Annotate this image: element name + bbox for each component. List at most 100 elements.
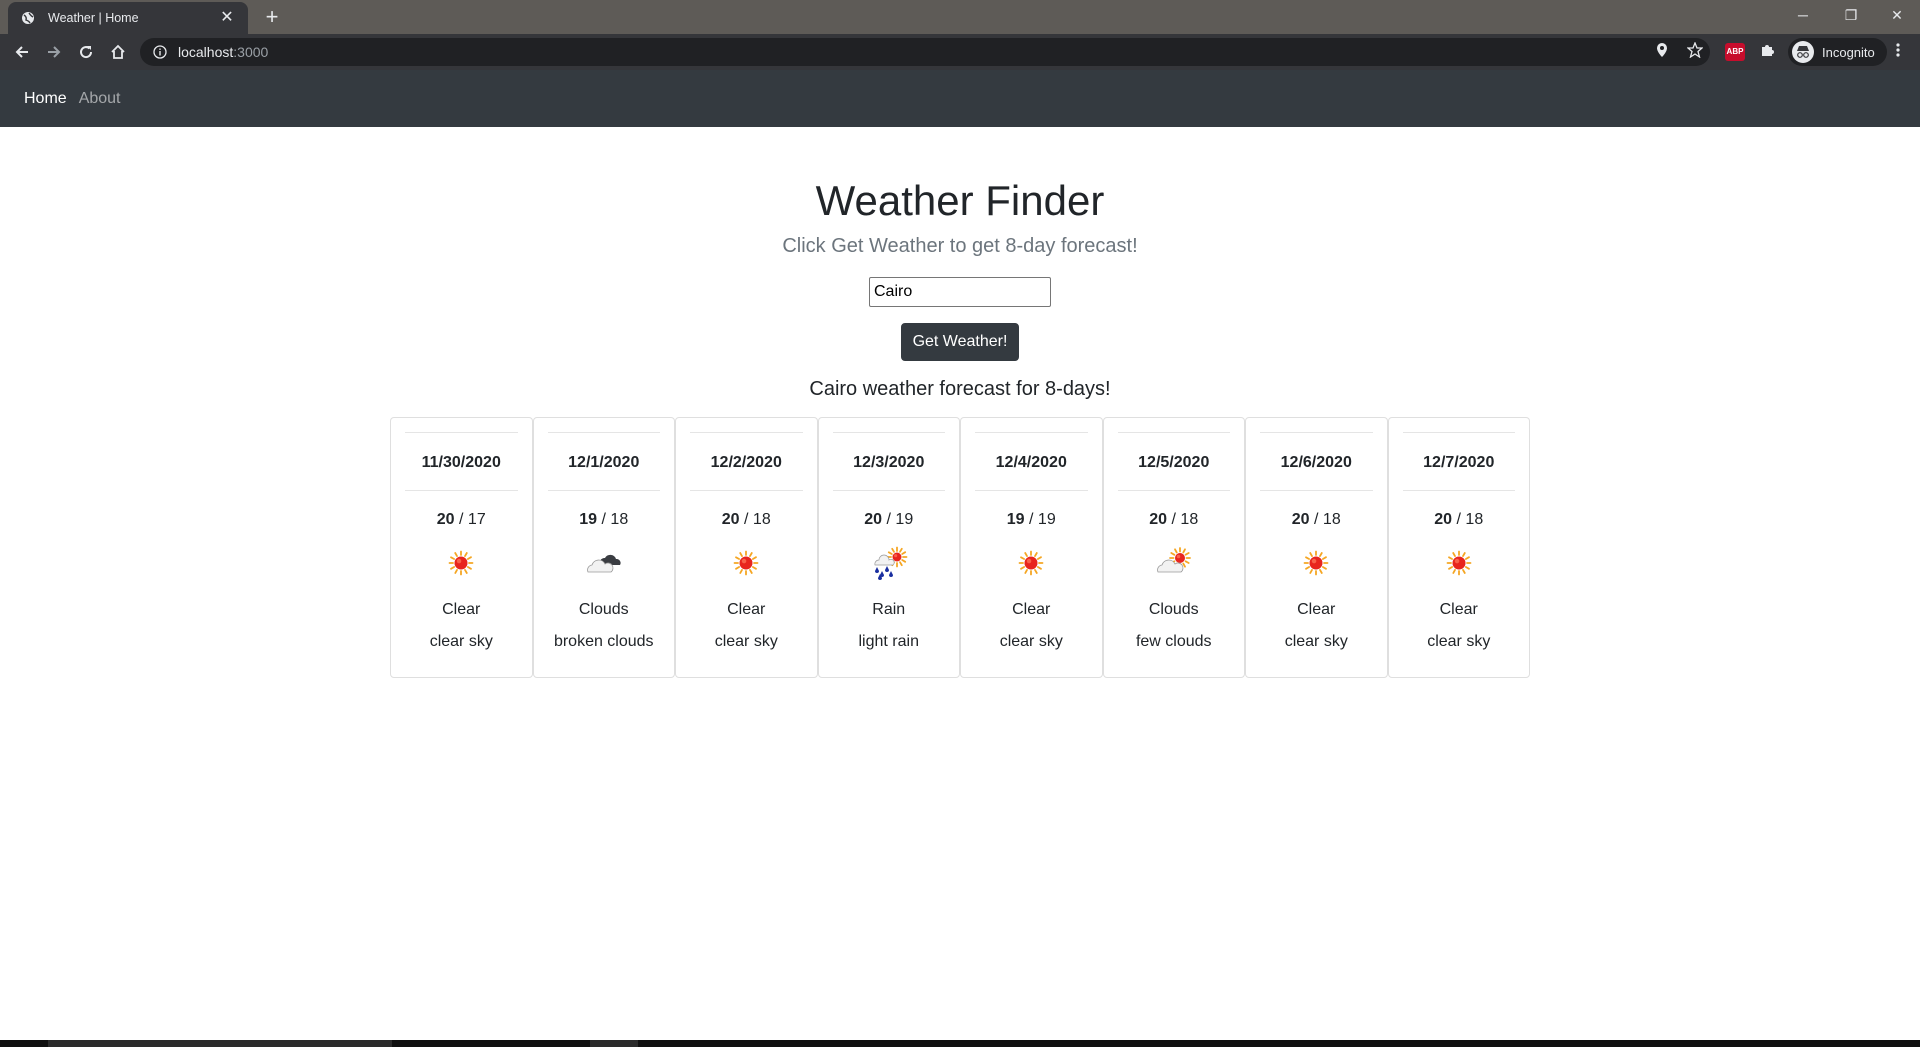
temp-high: 19	[1006, 511, 1025, 528]
forecast-card: 12/2/2020 20 / 18 Clear clear sky	[675, 417, 818, 678]
sun-icon	[1018, 550, 1044, 576]
browser-menu-icon[interactable]	[1888, 40, 1908, 60]
temp-high: 20	[864, 511, 883, 528]
url-port: :3000	[233, 44, 269, 60]
home-icon[interactable]	[106, 40, 130, 64]
card-divider	[975, 432, 1088, 433]
card-date: 12/3/2020	[853, 454, 925, 471]
new-tab-button[interactable]: +	[258, 5, 286, 29]
tab-close-icon[interactable]: ✕	[218, 9, 236, 27]
card-weather-description: clear sky	[714, 633, 778, 650]
nav-link-about[interactable]: About	[79, 90, 121, 108]
sun-icon	[1303, 550, 1329, 576]
card-divider	[1117, 432, 1230, 433]
reload-icon[interactable]	[74, 40, 98, 64]
profile-incognito[interactable]: Incognito	[1788, 38, 1887, 66]
card-temperatures: 19 / 19	[1006, 511, 1056, 528]
sun-icon	[448, 550, 474, 576]
temp-high: 20	[721, 511, 740, 528]
card-temperatures: 20 / 18	[1291, 511, 1341, 528]
get-weather-button[interactable]: Get Weather!	[901, 323, 1019, 361]
temp-high: 19	[579, 511, 598, 528]
incognito-icon	[1792, 41, 1814, 63]
card-divider	[1402, 432, 1515, 433]
card-weather-main: Rain	[872, 601, 906, 618]
card-date: 12/5/2020	[1138, 454, 1210, 471]
forward-icon[interactable]	[42, 40, 66, 64]
card-divider	[832, 490, 945, 491]
broken-clouds-icon	[586, 554, 621, 573]
card-weather-description: clear sky	[1427, 633, 1491, 650]
page-subtitle: Click Get Weather to get 8-day forecast!	[782, 235, 1138, 257]
sun-icon	[733, 550, 759, 576]
browser-tabstrip: Weather | Home ✕ + ─ ❐ ✕	[0, 0, 1920, 34]
forecast-card: 12/3/2020 20 / 19 Rain light rain	[817, 417, 960, 678]
forecast-card: 12/4/2020 19 / 19 Clear clear sky	[960, 417, 1103, 678]
card-divider	[405, 490, 518, 491]
forecast-card: 12/1/2020 19 / 18 Clouds broken clouds	[532, 417, 675, 678]
temp-low: 19	[895, 511, 914, 528]
forecast-card: 11/30/2020 20 / 17 Clear clear sky	[390, 417, 533, 678]
profile-label: Incognito	[1822, 44, 1875, 60]
card-weather-main: Clear	[442, 601, 481, 618]
card-divider	[1402, 490, 1515, 491]
card-temperatures: 20 / 18	[1149, 511, 1199, 528]
address-bar[interactable]: localhost:3000	[140, 38, 1710, 66]
sun-icon	[1446, 550, 1472, 576]
card-temperatures: 20 / 18	[1434, 511, 1484, 528]
info-icon[interactable]	[152, 44, 168, 60]
card-weather-description: clear sky	[429, 633, 493, 650]
browser-tab[interactable]: Weather | Home ✕	[8, 2, 248, 34]
minimize-button[interactable]: ─	[1780, 0, 1826, 30]
taskbar-item[interactable]	[590, 1040, 638, 1047]
card-divider	[1260, 490, 1373, 491]
adblock-extension-icon[interactable]: ABP	[1725, 43, 1745, 61]
rain-icon	[874, 546, 908, 580]
card-weather-main: Clear	[1012, 601, 1051, 618]
card-divider	[690, 432, 803, 433]
forecast-card-deck: 11/30/2020 20 / 17 Clear clear sky 12/1/…	[390, 417, 1530, 678]
url-host: localhost	[178, 44, 234, 60]
tab-title: Weather | Home	[48, 11, 139, 25]
card-date: 12/6/2020	[1280, 454, 1352, 471]
temp-low: 18	[610, 511, 629, 528]
app-navbar: Home About	[0, 70, 1920, 127]
temp-low: 18	[1322, 511, 1341, 528]
card-divider	[547, 432, 660, 433]
close-window-button[interactable]: ✕	[1874, 0, 1920, 30]
bookmark-star-icon[interactable]	[1685, 40, 1705, 60]
temp-low: 18	[752, 511, 771, 528]
page-title: Weather Finder	[815, 177, 1105, 224]
forecast-card: 12/5/2020 20 / 18 Clouds few clouds	[1102, 417, 1245, 678]
card-weather-description: light rain	[858, 633, 919, 650]
restore-button[interactable]: ❐	[1828, 0, 1874, 30]
temp-high: 20	[1434, 511, 1453, 528]
nav-link-home[interactable]: Home	[24, 90, 67, 108]
taskbar-item[interactable]	[48, 1040, 392, 1047]
location-icon[interactable]	[1652, 40, 1672, 60]
temp-low: 18	[1465, 511, 1484, 528]
card-divider	[547, 490, 660, 491]
back-icon[interactable]	[10, 40, 34, 64]
card-temperatures: 20 / 17	[436, 511, 486, 528]
temp-high: 20	[1291, 511, 1310, 528]
card-date: 12/2/2020	[710, 454, 782, 471]
card-weather-description: broken clouds	[553, 633, 654, 650]
card-divider	[1117, 490, 1230, 491]
city-input[interactable]	[869, 277, 1051, 307]
card-divider	[975, 490, 1088, 491]
temp-high: 20	[436, 511, 455, 528]
browser-toolbar: localhost:3000 ABP Incognito	[0, 34, 1920, 70]
forecast-card: 12/6/2020 20 / 18 Clear clear sky	[1245, 417, 1388, 678]
card-divider	[832, 432, 945, 433]
card-date: 11/30/2020	[421, 454, 501, 471]
card-date: 12/1/2020	[568, 454, 640, 471]
forecast-card: 12/7/2020 20 / 18 Clear clear sky	[1387, 417, 1530, 678]
few-clouds-icon	[1156, 547, 1191, 573]
card-divider	[1260, 432, 1373, 433]
forecast-heading: Cairo weather forecast for 8-days!	[809, 378, 1111, 400]
extensions-puzzle-icon[interactable]	[1757, 40, 1777, 60]
temp-low: 18	[1180, 511, 1199, 528]
card-date: 12/7/2020	[1423, 454, 1495, 471]
card-weather-main: Clear	[1297, 601, 1336, 618]
